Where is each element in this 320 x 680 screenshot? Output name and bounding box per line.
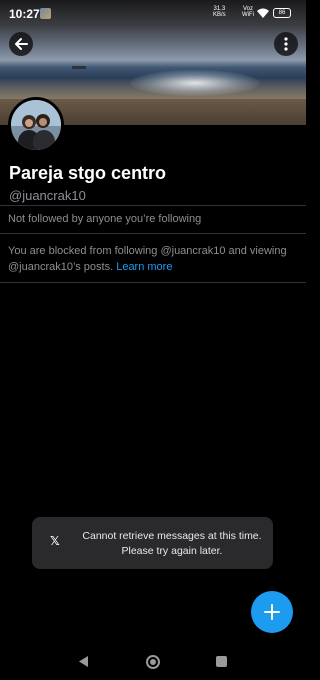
compose-button[interactable] xyxy=(251,591,293,633)
nav-home-icon[interactable] xyxy=(146,655,160,669)
carrier-label: Voz WiFi xyxy=(242,6,254,18)
status-time: 10:27 xyxy=(9,7,40,21)
arrow-left-icon xyxy=(15,38,28,50)
toast-message: Cannot retrieve messages at this time. P… xyxy=(74,529,270,559)
gallery-app-icon xyxy=(40,8,51,19)
blocked-notice: You are blocked from following @juancrak… xyxy=(8,243,300,275)
profile-name: Pareja stgo centro xyxy=(9,163,167,183)
wifi-icon xyxy=(257,8,269,18)
battery-icon: 86 xyxy=(273,8,291,18)
banner-ship xyxy=(72,66,86,69)
avatar-photo xyxy=(11,100,61,150)
network-speed: 31.3 KB/s xyxy=(213,6,226,18)
nav-recents-icon[interactable] xyxy=(216,656,227,667)
x-logo-icon: 𝕏 xyxy=(50,534,60,548)
toast-line-1: Cannot retrieve messages at this time. xyxy=(82,530,262,542)
divider xyxy=(0,233,306,234)
back-button[interactable] xyxy=(9,32,33,56)
status-bar: 10:27 31.3 KB/s Voz WiFi 86 xyxy=(0,0,306,26)
more-vertical-icon xyxy=(284,37,288,51)
divider xyxy=(0,282,306,283)
toast-line-2: Please try again later. xyxy=(121,545,223,557)
followers-you-know-note: Not followed by anyone you’re following xyxy=(8,213,202,225)
banner-sun-glare xyxy=(130,70,260,96)
avatar[interactable] xyxy=(8,97,64,153)
more-options-button[interactable] xyxy=(274,32,298,56)
learn-more-link[interactable]: Learn more xyxy=(116,261,172,273)
plus-icon xyxy=(264,604,280,620)
nav-back-icon[interactable] xyxy=(78,655,89,668)
profile-handle: @juancrak10 xyxy=(9,188,86,203)
divider xyxy=(0,205,306,206)
